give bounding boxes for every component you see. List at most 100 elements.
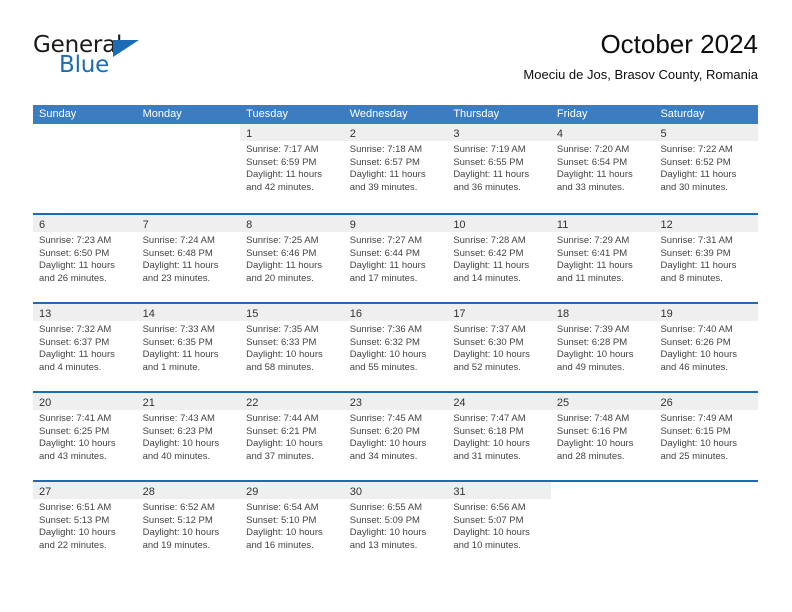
day-info: Sunrise: 6:51 AM Sunset: 5:13 PM Daylight:… — [33, 499, 137, 552]
day-number-band: 15 — [240, 304, 344, 321]
day-info: Sunrise: 7:48 AM Sunset: 6:16 PM Daylight:… — [551, 410, 655, 463]
day-info-line: and 31 minutes. — [453, 450, 521, 462]
day-info-line: Daylight: 10 hours — [453, 438, 530, 450]
day-cell-28[interactable]: 28 Sunrise: 6:52 AM Sunset: 5:12 PM Dayligh… — [136, 482, 241, 569]
day-cell-6[interactable]: 6 Sunrise: 7:23 AM Sunset: 6:50 PM Daylight… — [33, 215, 137, 302]
day-cell-21[interactable]: 21 Sunrise: 7:43 AM Sunset: 6:23 PM Dayligh… — [136, 393, 241, 480]
day-cell-15[interactable]: 15 Sunrise: 7:35 AM Sunset: 6:33 PM Dayligh… — [240, 304, 344, 391]
weekday-header-tuesday: Tuesday — [246, 108, 288, 120]
triangle-icon — [113, 40, 139, 57]
day-cell-empty — [33, 124, 137, 213]
day-cell-30[interactable]: 30 Sunrise: 6:55 AM Sunset: 5:09 PM Dayligh… — [343, 482, 448, 569]
day-number-band: 21 — [136, 393, 241, 410]
weekday-header-saturday: Saturday — [660, 108, 705, 120]
day-info: Sunrise: 7:44 AM Sunset: 6:21 PM Daylight:… — [240, 410, 344, 463]
day-cell-2[interactable]: 2 Sunrise: 7:18 AM Sunset: 6:57 PM Daylight… — [343, 124, 448, 213]
day-info-line: Sunrise: 7:19 AM — [453, 144, 526, 155]
day-number-band — [551, 482, 655, 499]
day-number: 27 — [39, 486, 52, 498]
day-info-line: Sunrise: 7:27 AM — [349, 235, 423, 246]
day-info-line: Daylight: 10 hours — [246, 438, 323, 450]
day-number-band: 13 — [33, 304, 137, 321]
day-cell-empty — [550, 482, 655, 569]
calendar-page: General Blue October 2024 Moeciu de Jos,… — [0, 0, 792, 612]
day-info: Sunrise: 7:40 AM Sunset: 6:26 PM Daylight:… — [654, 321, 758, 374]
day-info-line: Sunrise: 6:56 AM — [453, 502, 526, 513]
day-cell-19[interactable]: 19 Sunrise: 7:40 AM Sunset: 6:26 PM Dayligh… — [654, 304, 759, 391]
day-number: 14 — [142, 308, 155, 320]
day-info-line: Daylight: 11 hours — [660, 260, 737, 272]
day-info-line: Sunrise: 7:24 AM — [142, 235, 215, 246]
day-info-line: Daylight: 10 hours — [246, 349, 323, 361]
day-info: Sunrise: 7:43 AM Sunset: 6:23 PM Daylight:… — [137, 410, 241, 463]
day-cell-22[interactable]: 22 Sunrise: 7:44 AM Sunset: 6:21 PM Dayligh… — [240, 393, 344, 480]
day-info-line: and 33 minutes. — [556, 181, 625, 193]
day-info-line: and 28 minutes. — [556, 450, 625, 462]
day-cell-25[interactable]: 25 Sunrise: 7:48 AM Sunset: 6:16 PM Dayligh… — [550, 393, 655, 480]
day-info-line: Daylight: 10 hours — [453, 349, 530, 361]
day-cell-14[interactable]: 14 Sunrise: 7:33 AM Sunset: 6:35 PM Dayligh… — [136, 304, 241, 391]
day-info-line: Sunrise: 7:39 AM — [556, 324, 630, 335]
day-number-band: 6 — [33, 215, 137, 232]
day-info-line: Sunrise: 7:31 AM — [660, 235, 733, 246]
day-info-line: Daylight: 11 hours — [556, 260, 633, 272]
day-info-line: Daylight: 11 hours — [453, 260, 530, 272]
day-number-band: 29 — [240, 482, 344, 499]
day-number: 19 — [660, 308, 673, 320]
day-cell-8[interactable]: 8 Sunrise: 7:25 AM Sunset: 6:46 PM Daylight… — [240, 215, 344, 302]
page-header: General Blue October 2024 Moeciu de Jos,… — [33, 28, 758, 100]
day-number-band: 14 — [136, 304, 241, 321]
day-cell-3[interactable]: 3 Sunrise: 7:19 AM Sunset: 6:55 PM Daylight… — [447, 124, 551, 213]
day-info-line: Daylight: 10 hours — [39, 438, 116, 450]
day-cell-17[interactable]: 17 Sunrise: 7:37 AM Sunset: 6:30 PM Dayligh… — [447, 304, 551, 391]
day-info: Sunrise: 7:47 AM Sunset: 6:18 PM Daylight:… — [447, 410, 551, 463]
day-cell-10[interactable]: 10 Sunrise: 7:28 AM Sunset: 6:42 PM Dayligh… — [447, 215, 551, 302]
day-info-line: and 58 minutes. — [246, 361, 314, 373]
day-info: Sunrise: 6:56 AM Sunset: 5:07 PM Daylight:… — [447, 499, 551, 552]
day-cell-24[interactable]: 24 Sunrise: 7:47 AM Sunset: 6:18 PM Dayligh… — [447, 393, 551, 480]
day-cell-29[interactable]: 29 Sunrise: 6:54 AM Sunset: 5:10 PM Dayligh… — [240, 482, 344, 569]
day-info-line: Sunset: 6:26 PM — [660, 336, 731, 348]
day-number-band: 28 — [136, 482, 241, 499]
day-cell-12[interactable]: 12 Sunrise: 7:31 AM Sunset: 6:39 PM Dayligh… — [654, 215, 759, 302]
logo-text-blue: Blue — [59, 52, 110, 78]
day-cell-20[interactable]: 20 Sunrise: 7:41 AM Sunset: 6:25 PM Dayligh… — [33, 393, 137, 480]
day-info-line: Daylight: 10 hours — [142, 438, 220, 450]
day-info-line: Sunrise: 7:40 AM — [660, 324, 733, 335]
day-cell-27[interactable]: 27 Sunrise: 6:51 AM Sunset: 5:13 PM Dayligh… — [33, 482, 137, 569]
day-info-line: Daylight: 11 hours — [349, 169, 426, 181]
day-cell-13[interactable]: 13 Sunrise: 7:32 AM Sunset: 6:37 PM Dayligh… — [33, 304, 137, 391]
day-cell-23[interactable]: 23 Sunrise: 7:45 AM Sunset: 6:20 PM Dayligh… — [343, 393, 448, 480]
day-number-band: 2 — [343, 124, 448, 141]
day-info-line: and 25 minutes. — [660, 450, 729, 462]
calendar-body: 1 Sunrise: 7:17 AM Sunset: 6:59 PM Daylight… — [33, 124, 759, 569]
day-number: 13 — [39, 308, 52, 320]
calendar-week-row: 6 Sunrise: 7:23 AM Sunset: 6:50 PM Daylight… — [33, 213, 759, 302]
day-number-band: 31 — [447, 482, 551, 499]
day-cell-4[interactable]: 4 Sunrise: 7:20 AM Sunset: 6:54 PM Daylight… — [550, 124, 655, 213]
day-info-line: Sunrise: 7:25 AM — [246, 235, 319, 246]
day-cell-9[interactable]: 9 Sunrise: 7:27 AM Sunset: 6:44 PM Daylight… — [343, 215, 448, 302]
day-number: 7 — [142, 219, 149, 231]
day-info-line: Sunrise: 7:33 AM — [142, 324, 215, 335]
day-info: Sunrise: 7:35 AM Sunset: 6:33 PM Daylight:… — [240, 321, 344, 374]
day-number: 15 — [246, 308, 259, 320]
day-cell-18[interactable]: 18 Sunrise: 7:39 AM Sunset: 6:28 PM Dayligh… — [550, 304, 655, 391]
day-cell-26[interactable]: 26 Sunrise: 7:49 AM Sunset: 6:15 PM Dayligh… — [654, 393, 759, 480]
day-cell-16[interactable]: 16 Sunrise: 7:36 AM Sunset: 6:32 PM Dayligh… — [343, 304, 448, 391]
day-cell-11[interactable]: 11 Sunrise: 7:29 AM Sunset: 6:41 PM Dayligh… — [550, 215, 655, 302]
day-number: 30 — [349, 486, 362, 498]
day-info-line: and 36 minutes. — [453, 181, 521, 193]
day-cell-7[interactable]: 7 Sunrise: 7:24 AM Sunset: 6:48 PM Daylight… — [136, 215, 241, 302]
day-info-line: Sunrise: 7:49 AM — [660, 413, 733, 424]
day-info-line: Sunset: 5:09 PM — [349, 514, 420, 526]
weekday-header-thursday: Thursday — [453, 108, 500, 120]
page-title: October 2024 — [600, 29, 758, 59]
day-info: Sunrise: 7:29 AM Sunset: 6:41 PM Daylight:… — [551, 232, 655, 285]
day-info-line: Daylight: 10 hours — [660, 438, 738, 450]
day-cell-1[interactable]: 1 Sunrise: 7:17 AM Sunset: 6:59 PM Daylight… — [240, 124, 344, 213]
day-cell-31[interactable]: 31 Sunrise: 6:56 AM Sunset: 5:07 PM Dayligh… — [447, 482, 551, 569]
day-info-line: and 43 minutes. — [39, 450, 107, 462]
day-cell-5[interactable]: 5 Sunrise: 7:22 AM Sunset: 6:52 PM Daylight… — [654, 124, 759, 213]
day-info-line: Daylight: 11 hours — [453, 169, 530, 181]
